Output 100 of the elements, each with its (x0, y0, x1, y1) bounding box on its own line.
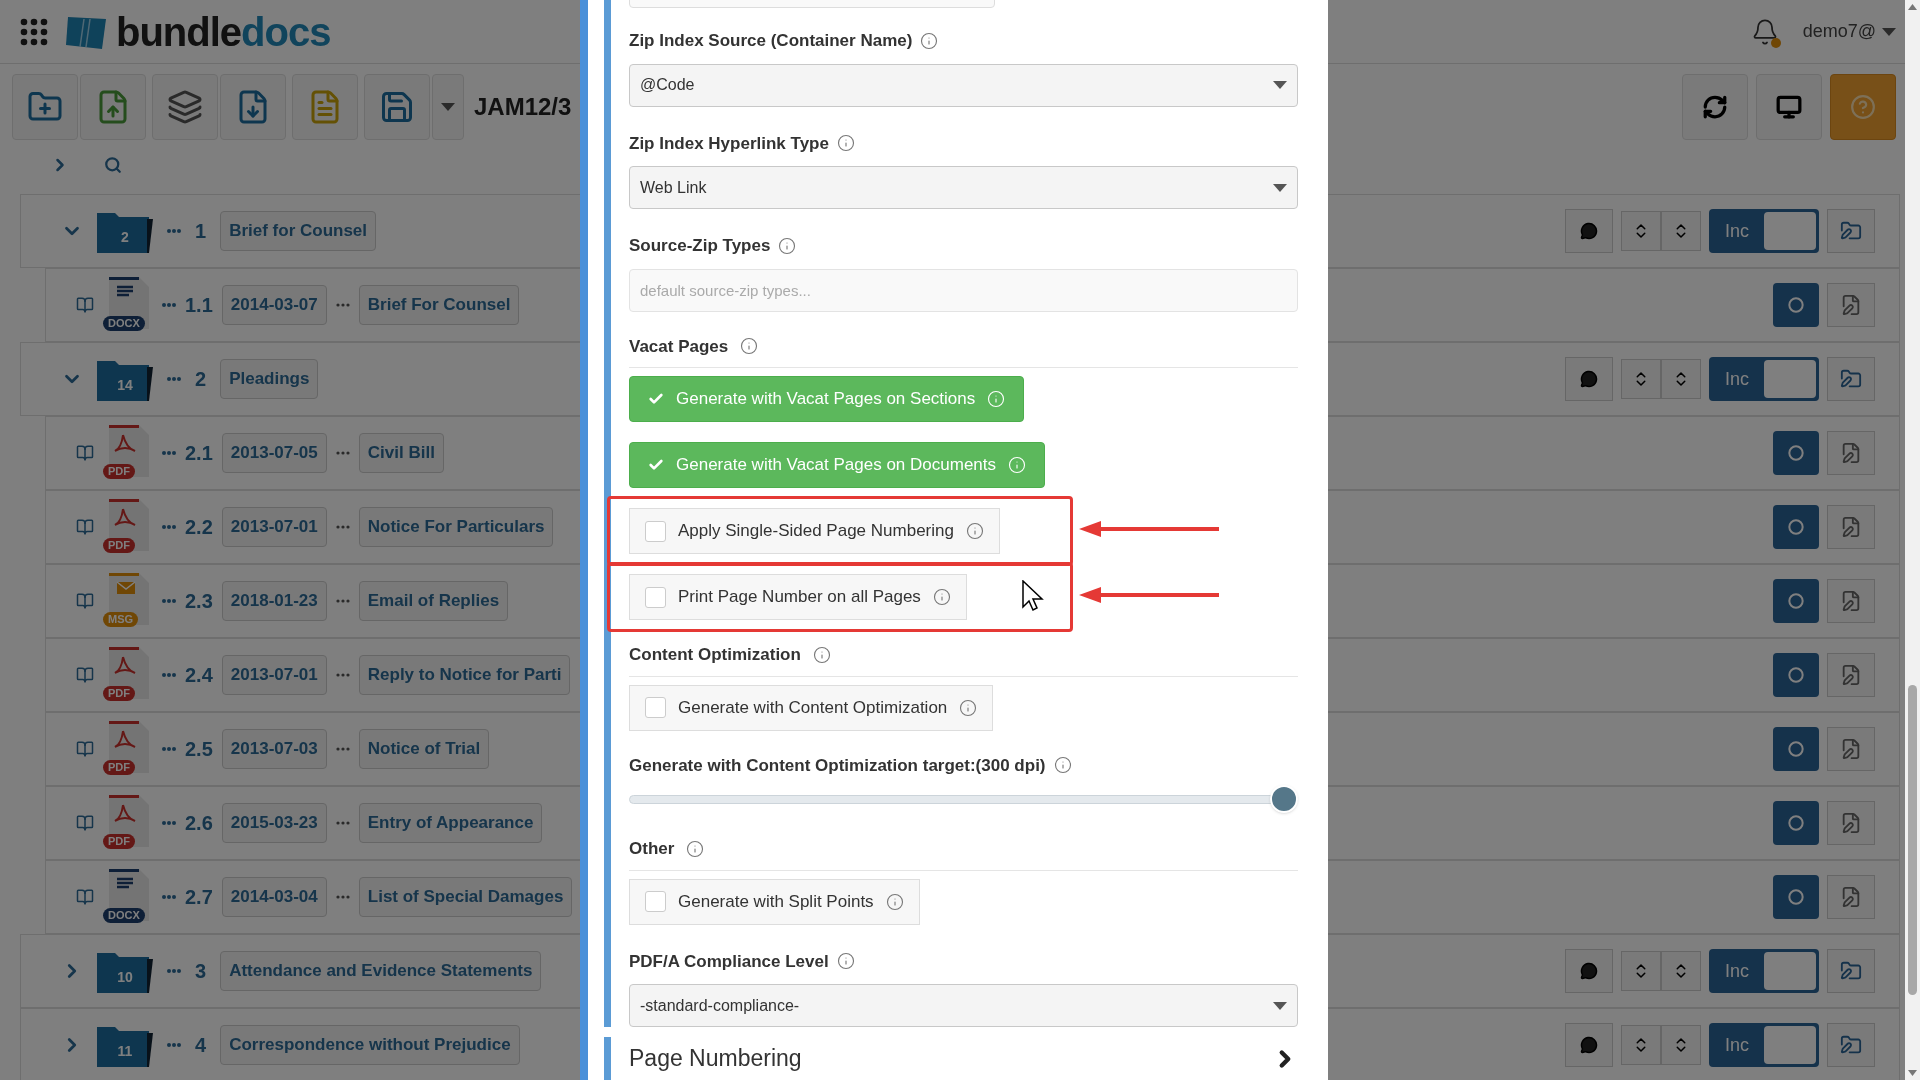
book-icon[interactable] (76, 740, 94, 758)
document-edit-icon[interactable] (1840, 812, 1862, 834)
document-edit-icon[interactable] (1840, 294, 1862, 316)
apps-grid-icon[interactable] (20, 17, 48, 46)
option-checkbox[interactable]: Generate with Content Optimization (629, 684, 994, 731)
info-icon[interactable] (812, 645, 831, 664)
info-icon[interactable] (885, 892, 904, 911)
monitor-icon[interactable] (1776, 94, 1802, 120)
info-icon[interactable] (965, 522, 984, 540)
book-icon[interactable] (76, 592, 94, 610)
display-button[interactable] (1756, 74, 1822, 140)
circle-icon[interactable] (1788, 593, 1804, 609)
sort-button[interactable] (1661, 211, 1701, 251)
comment-button[interactable] (1565, 209, 1613, 253)
section-title[interactable]: Brief for Counsel (220, 211, 377, 251)
speech-bubble-icon[interactable] (1580, 370, 1598, 388)
document-title[interactable]: Brief For Counsel (358, 285, 520, 325)
info-icon[interactable] (1053, 756, 1072, 775)
speech-bubble-icon[interactable] (1580, 962, 1598, 980)
include-toggle[interactable]: Inc (1709, 357, 1819, 401)
folder-edit-button[interactable] (1827, 357, 1875, 401)
more-icon[interactable] (162, 525, 176, 529)
more-icon[interactable] (167, 229, 181, 233)
circle-icon[interactable] (1788, 815, 1804, 831)
include-toggle[interactable]: Inc (1709, 949, 1819, 993)
document-edit-button[interactable] (1827, 653, 1875, 697)
folder-edit-icon[interactable] (1840, 960, 1862, 982)
document-date[interactable]: 2014-03-04 (221, 877, 327, 917)
open-button[interactable] (1773, 653, 1819, 697)
sort-button[interactable] (1621, 951, 1661, 991)
logo[interactable]: bundledocs (64, 11, 331, 52)
download-button[interactable] (220, 74, 286, 140)
document-date[interactable]: 2013-07-05 (221, 433, 327, 473)
document-title[interactable]: Notice For Particulars (358, 507, 554, 547)
info-icon[interactable] (959, 698, 978, 717)
book-icon[interactable] (76, 814, 94, 832)
document-date[interactable]: 2018-01-23 (221, 581, 327, 621)
open-button[interactable] (1773, 727, 1819, 771)
slider-thumb[interactable] (1270, 785, 1298, 813)
circle-icon[interactable] (1788, 667, 1804, 683)
book-icon[interactable] (76, 888, 94, 906)
more-icon[interactable] (167, 1043, 181, 1047)
scroll-up-icon[interactable] (1908, 4, 1917, 10)
document-title[interactable]: List of Special Damages (358, 877, 573, 917)
slider[interactable] (629, 784, 1298, 814)
document-title[interactable]: Civil Bill (358, 433, 444, 473)
info-icon[interactable] (836, 134, 855, 153)
text-field[interactable] (629, 0, 995, 8)
document-edit-button[interactable] (1827, 727, 1875, 771)
speech-bubble-icon[interactable] (1580, 222, 1598, 240)
option-toggle[interactable]: Generate with Vacat Pages on Sections (629, 376, 1025, 422)
checkbox[interactable] (645, 891, 666, 912)
book-icon[interactable] (76, 666, 94, 684)
document-date[interactable]: 2013-07-01 (221, 507, 327, 547)
document-date[interactable]: 2014-03-07 (221, 285, 327, 325)
checkbox[interactable] (645, 520, 666, 542)
info-icon[interactable] (836, 952, 855, 971)
select-field[interactable]: Web Link (629, 166, 1298, 209)
sort-button[interactable] (1621, 1025, 1661, 1065)
document-edit-button[interactable] (1827, 579, 1875, 623)
document-edit-button[interactable] (1827, 283, 1875, 327)
speech-bubble-icon[interactable] (1580, 1036, 1598, 1054)
document-edit-button[interactable] (1827, 505, 1875, 549)
comments-button[interactable] (292, 74, 358, 140)
select-field[interactable]: @Code (629, 63, 1298, 107)
folder-edit-icon[interactable] (1840, 368, 1862, 390)
document-edit-icon[interactable] (1840, 738, 1862, 760)
book-icon[interactable] (76, 296, 94, 314)
option-checkbox[interactable]: Print Page Number on all Pages (629, 574, 967, 620)
save-button[interactable] (364, 74, 430, 140)
folder-edit-button[interactable] (1827, 1023, 1875, 1067)
include-toggle[interactable]: Inc (1709, 1023, 1819, 1067)
more-icon[interactable] (162, 451, 176, 455)
more-icon[interactable] (162, 821, 176, 825)
circle-icon[interactable] (1788, 519, 1804, 535)
book-icon[interactable] (76, 518, 94, 536)
document-edit-button[interactable] (1827, 875, 1875, 919)
add-folder-button[interactable] (12, 74, 78, 140)
document-title[interactable]: Entry of Appearance (358, 803, 543, 843)
document-edit-icon[interactable] (1840, 516, 1862, 538)
sort-button[interactable] (1661, 951, 1701, 991)
open-button[interactable] (1773, 505, 1819, 549)
scrollbar[interactable] (1905, 0, 1920, 1080)
folder-edit-button[interactable] (1827, 949, 1875, 993)
accordion-title[interactable]: Page Numbering (629, 1041, 802, 1076)
circle-icon[interactable] (1788, 297, 1804, 313)
help-button[interactable] (1830, 74, 1896, 140)
document-edit-icon[interactable] (1840, 886, 1862, 908)
folder-edit-button[interactable] (1827, 209, 1875, 253)
info-icon[interactable] (740, 337, 759, 356)
user-menu[interactable]: demo7@ (1802, 18, 1896, 45)
document-title[interactable]: Email of Replies (358, 581, 509, 621)
more-icon[interactable] (162, 303, 176, 307)
scrollbar-thumb[interactable] (1908, 685, 1917, 995)
document-edit-icon[interactable] (1840, 590, 1862, 612)
section-title[interactable]: Pleadings (220, 359, 319, 399)
document-title[interactable]: Reply to Notice for Parti (358, 655, 571, 695)
open-button[interactable] (1773, 579, 1819, 623)
info-icon[interactable] (932, 588, 951, 606)
info-icon[interactable] (686, 839, 705, 858)
